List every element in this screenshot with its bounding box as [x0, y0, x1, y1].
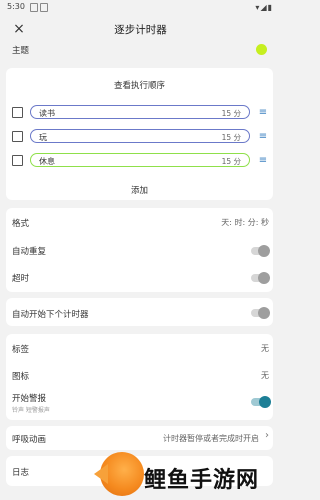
task-checkbox-1[interactable] — [12, 107, 23, 118]
format-label: 格式 — [12, 219, 30, 229]
drag-handle-icon[interactable]: ≡ — [258, 108, 268, 118]
start-alert-toggle[interactable] — [251, 396, 271, 408]
status-bar: 5:30 ▾◢▮ — [0, 0, 281, 14]
task-checkbox-2[interactable] — [12, 131, 23, 142]
add-task-button[interactable]: 添加 — [6, 184, 273, 196]
task-duration: 15 分 — [221, 109, 241, 118]
task-duration: 15 分 — [221, 133, 241, 142]
notification-icon — [30, 3, 38, 12]
icon-value[interactable]: 无 — [261, 370, 269, 381]
task-item-1[interactable]: 读书 15 分 — [30, 105, 250, 119]
auto-repeat-label: 自动重复 — [12, 247, 47, 257]
icon-label: 图标 — [12, 372, 30, 382]
chevron-right-icon[interactable]: › — [265, 430, 269, 441]
breath-animation-label: 呼吸动画 — [12, 435, 47, 445]
app-bar: × 逐步计时器 — [0, 14, 281, 44]
drag-handle-icon[interactable]: ≡ — [258, 132, 268, 142]
tag-value[interactable]: 无 — [261, 343, 269, 354]
auto-start-next-toggle[interactable] — [251, 307, 270, 319]
timeout-toggle[interactable] — [251, 272, 270, 284]
task-duration: 15 分 — [221, 157, 241, 166]
page-title: 逐步计时器 — [114, 24, 167, 36]
start-alert-subtext: 铃声 短警报声 — [12, 407, 50, 414]
view-order-button[interactable]: 查看执行顺序 — [6, 79, 273, 91]
auto-start-next-label: 自动开始下个计时器 — [12, 310, 89, 320]
task-name: 玩 — [39, 133, 47, 142]
fish-logo-icon — [94, 452, 144, 496]
theme-label: 主题 — [12, 46, 30, 56]
format-value[interactable]: 天: 时: 分: 秒 — [221, 217, 269, 228]
task-checkbox-3[interactable] — [12, 155, 23, 166]
theme-color-swatch[interactable] — [256, 44, 267, 55]
task-item-3[interactable]: 休息 15 分 — [30, 153, 250, 167]
watermark-text: 鲤鱼手游网 — [144, 468, 260, 493]
notification-icon-2 — [40, 3, 48, 12]
breath-animation-value[interactable]: 计时器暂停或者完成时开启 — [163, 433, 259, 444]
sequence-card: 查看执行顺序 读书 15 分 ≡ 玩 15 分 ≡ 休息 15 分 ≡ 添加 — [6, 68, 273, 200]
start-alert-label: 开始警报 — [12, 394, 47, 404]
tag-label: 标签 — [12, 345, 30, 355]
auto-repeat-toggle[interactable] — [251, 245, 270, 257]
log-label: 日志 — [12, 468, 30, 478]
watermark: 鲤鱼手游网 — [94, 452, 275, 500]
task-name: 读书 — [39, 109, 55, 118]
task-item-2[interactable]: 玩 15 分 — [30, 129, 250, 143]
timeout-label: 超时 — [12, 274, 30, 284]
task-name: 休息 — [39, 157, 55, 166]
signal-battery-icon: ▾◢▮ — [255, 3, 273, 12]
drag-handle-icon[interactable]: ≡ — [258, 156, 268, 166]
status-time: 5:30 — [7, 2, 25, 11]
